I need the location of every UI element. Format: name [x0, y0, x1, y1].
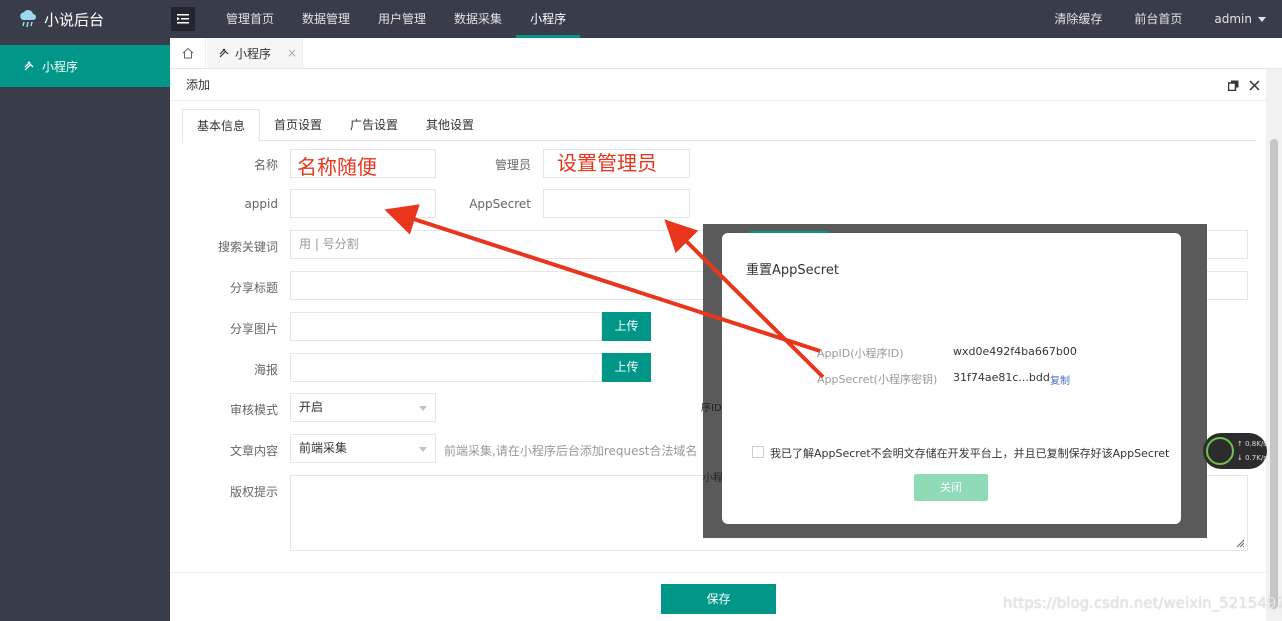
top-right-nav: 清除缓存 前台首页 admin [1038, 0, 1282, 38]
home-tab[interactable] [170, 38, 206, 68]
review-mode-label: 审核模式 [229, 403, 278, 417]
close-icon[interactable] [1249, 79, 1260, 91]
admin-label: 管理员 [494, 158, 531, 172]
reset-appsecret-dialog: 重置AppSecret AppID(小程序ID) wxd0e492f4ba667… [722, 233, 1181, 524]
secret-info-value: 31f74ae81c...bdd [953, 371, 1050, 384]
resize-handle-icon[interactable] [1235, 538, 1245, 548]
watermark: https://blog.csdn.net/weixin_52154971 [1003, 594, 1282, 612]
article-content-hint: 前端采集,请在小程序后台添加request合法域名 [444, 444, 698, 458]
upload-speed-value: 0.8 [1245, 440, 1257, 448]
share-image-upload-button[interactable]: 上传 [602, 312, 651, 341]
tab-ad-settings[interactable]: 广告设置 [336, 109, 412, 141]
appid-info-label: AppID(小程序ID) [817, 347, 904, 360]
nav-item-miniprogram[interactable]: 小程序 [516, 0, 581, 38]
tab-home-settings[interactable]: 首页设置 [260, 109, 336, 141]
card-header: 添加 [170, 69, 1266, 101]
form-tabs: 基本信息 首页设置 广告设置 其他设置 [182, 109, 1256, 142]
share-image-input[interactable] [290, 312, 602, 341]
download-speed-value: 0.7 [1245, 454, 1257, 462]
tab-miniprogram[interactable]: 小程序 × [207, 38, 303, 68]
network-speed-widget[interactable]: ↑ 0.8K/s ↓ 0.7K/s [1203, 433, 1267, 469]
poster-label: 海报 [253, 363, 278, 377]
article-content-label: 文章内容 [229, 444, 278, 458]
menu-fold-icon [177, 14, 189, 24]
upload-speed: ↑ 0.8K/s [1237, 440, 1267, 448]
tools-icon [24, 61, 34, 71]
user-name: admin [1214, 12, 1252, 26]
cloud-rain-icon [20, 10, 36, 28]
ack-checkbox[interactable] [752, 446, 764, 458]
logo[interactable]: 小说后台 [0, 0, 170, 38]
nav-item-users[interactable]: 用户管理 [364, 0, 440, 38]
backdrop-text: 序ID [701, 403, 722, 414]
form-footer-divider [170, 572, 1266, 573]
share-image-label: 分享图片 [229, 322, 278, 336]
appsecret-label: AppSecret [469, 197, 531, 211]
article-content-value: 前端采集 [299, 441, 348, 455]
appid-label: appid [244, 197, 278, 211]
download-speed: ↓ 0.7K/s [1237, 454, 1267, 462]
sidebar-item-miniprogram[interactable]: 小程序 [0, 45, 170, 87]
review-mode-select[interactable]: 开启 [290, 393, 436, 422]
caret-down-icon [1258, 17, 1266, 22]
ack-text: 我已了解AppSecret不会明文存储在开发平台上，并且已复制保存好该AppSe… [770, 447, 1170, 460]
share-title-label: 分享标题 [229, 281, 278, 295]
speed-ring-icon [1206, 437, 1234, 465]
scrollbar-thumb[interactable] [1270, 139, 1278, 609]
sidebar: 小程序 [0, 38, 170, 621]
nav-item-collect[interactable]: 数据采集 [440, 0, 516, 38]
poster-input[interactable] [290, 353, 602, 382]
top-header: 小说后台 管理首页 数据管理 用户管理 数据采集 小程序 清除缓存 前台首页 a… [0, 0, 1282, 38]
appid-input[interactable] [290, 189, 436, 218]
admin-annotation: 设置管理员 [557, 151, 657, 175]
scrollbar[interactable] [1266, 69, 1282, 621]
top-nav: 管理首页 数据管理 用户管理 数据采集 小程序 [212, 0, 581, 38]
nav-item-home[interactable]: 管理首页 [212, 0, 288, 38]
nav-item-data[interactable]: 数据管理 [288, 0, 364, 38]
dialog-title: 重置AppSecret [746, 263, 839, 278]
copyright-label: 版权提示 [229, 485, 278, 499]
review-mode-value: 开启 [299, 400, 324, 414]
keywords-label: 搜索关键词 [217, 240, 278, 254]
menu-toggle-button[interactable] [171, 7, 195, 31]
tab-basic-info[interactable]: 基本信息 [182, 109, 261, 142]
dialog-close-button[interactable]: 关闭 [914, 474, 988, 501]
download-arrow-icon: ↓ [1237, 454, 1246, 462]
sidebar-item-label: 小程序 [42, 59, 79, 74]
chevron-down-icon [419, 406, 427, 411]
backdrop-text: 小程 [703, 473, 723, 484]
clear-cache-link[interactable]: 清除缓存 [1038, 0, 1118, 38]
card-tools [1228, 69, 1260, 101]
name-label: 名称 [253, 158, 278, 172]
restore-window-icon[interactable] [1228, 80, 1239, 91]
page-tabbar: 小程序 × [170, 38, 1282, 69]
poster-upload-button[interactable]: 上传 [602, 353, 651, 382]
close-icon[interactable]: × [287, 46, 297, 60]
chevron-down-icon [419, 447, 427, 452]
appid-info-value: wxd0e492f4ba667b00 [953, 345, 1077, 358]
user-menu[interactable]: admin [1198, 0, 1282, 38]
copy-link[interactable]: 复制 [1050, 372, 1070, 387]
article-content-select[interactable]: 前端采集 [290, 434, 436, 463]
download-speed-unit: K/s [1256, 454, 1267, 462]
upload-arrow-icon: ↑ [1237, 440, 1246, 448]
name-annotation: 名称随便 [297, 155, 377, 179]
frontend-home-link[interactable]: 前台首页 [1118, 0, 1198, 38]
secret-info-label: AppSecret(小程序密钥) [817, 373, 938, 386]
tab-other-settings[interactable]: 其他设置 [412, 109, 488, 141]
save-button[interactable]: 保存 [661, 584, 776, 614]
upload-speed-unit: K/s [1256, 440, 1267, 448]
tools-icon [219, 48, 229, 58]
appsecret-input[interactable] [543, 189, 690, 218]
tab-label: 小程序 [235, 46, 272, 61]
logo-text: 小说后台 [44, 10, 105, 29]
home-icon [182, 47, 193, 59]
card-title: 添加 [186, 78, 211, 92]
